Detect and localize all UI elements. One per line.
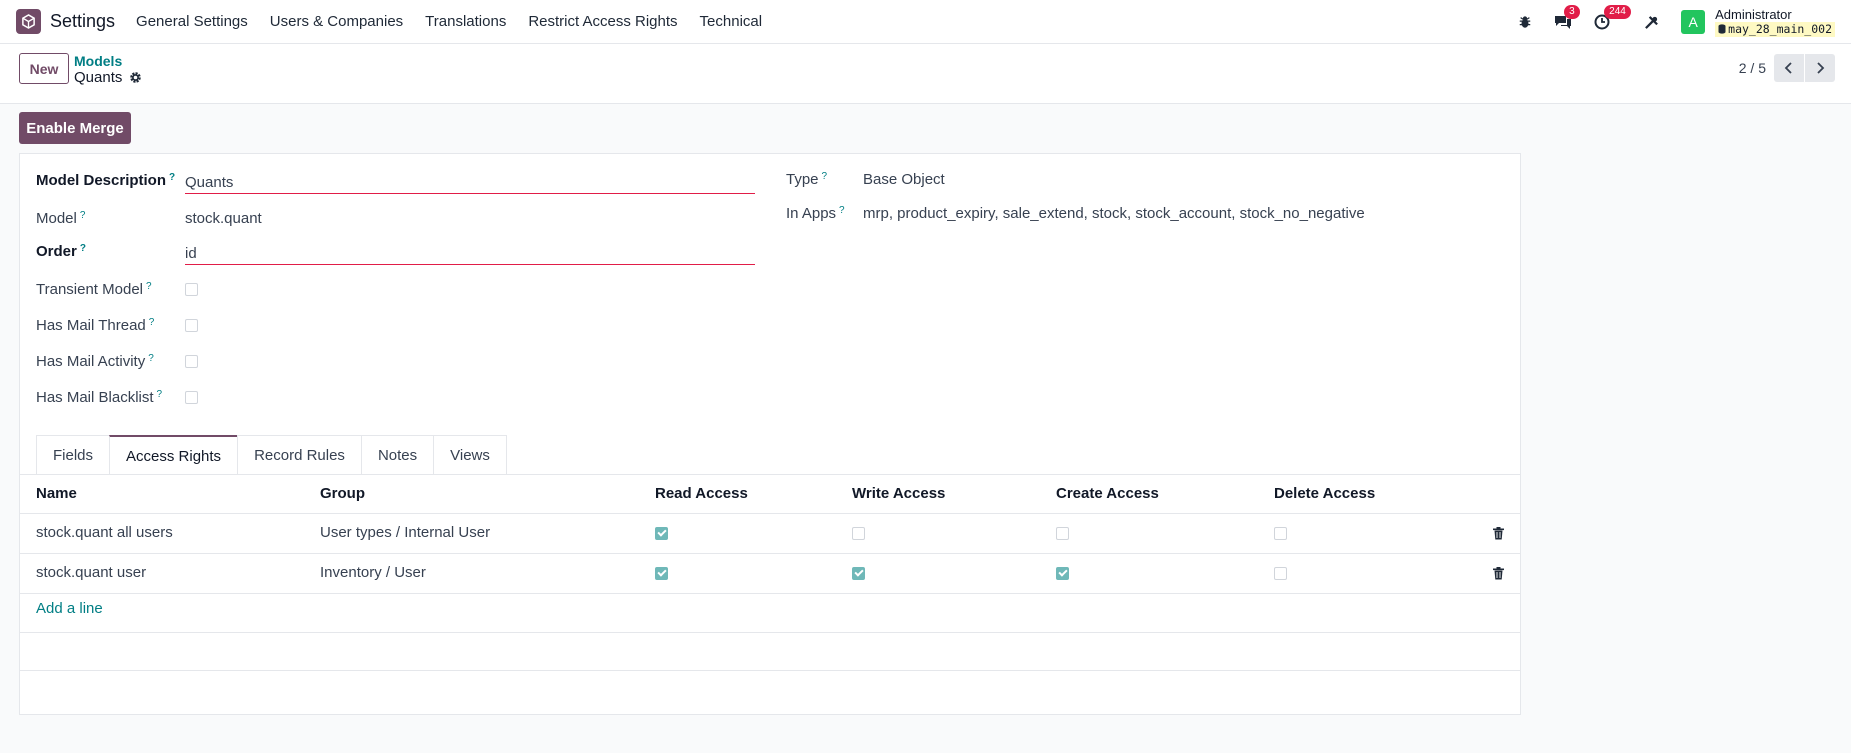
table-row[interactable]: stock.quant user Inventory / User (20, 554, 1520, 594)
transient-model-label: Transient Model? (36, 281, 152, 298)
database-name-text: may_28_main_002 (1728, 21, 1832, 36)
menu-restrict-access-rights[interactable]: Restrict Access Rights (517, 13, 688, 30)
tab-access-rights[interactable]: Access Rights (109, 435, 239, 475)
bug-icon[interactable] (1518, 15, 1532, 29)
pager-value[interactable]: 2 / 5 (1739, 60, 1766, 76)
app-logo-icon[interactable] (16, 9, 41, 34)
transient-model-checkbox[interactable] (185, 283, 198, 296)
in-apps-label: In Apps? (786, 205, 845, 222)
tab-notes[interactable]: Notes (360, 435, 435, 475)
help-icon[interactable]: ? (839, 205, 845, 216)
trash-icon[interactable] (1493, 567, 1504, 584)
read-access-checkbox[interactable] (655, 567, 668, 580)
menu-users-companies[interactable]: Users & Companies (259, 13, 414, 30)
user-menu[interactable]: Administrator may_28_main_002 (1715, 7, 1835, 38)
has-mail-activity-label: Has Mail Activity? (36, 353, 154, 370)
chat-badge: 3 (1564, 5, 1580, 19)
order-label: Order? (36, 243, 86, 260)
has-mail-blacklist-checkbox[interactable] (185, 391, 198, 404)
pager-previous-button[interactable] (1774, 54, 1804, 82)
menu-technical[interactable]: Technical (689, 13, 774, 30)
help-icon[interactable]: ? (822, 171, 828, 182)
table-row[interactable]: stock.quant all users User types / Inter… (20, 514, 1520, 554)
help-icon[interactable]: ? (157, 389, 163, 400)
column-create-access[interactable]: Create Access (1056, 485, 1159, 502)
write-access-checkbox[interactable] (852, 567, 865, 580)
has-mail-activity-checkbox[interactable] (185, 355, 198, 368)
app-name[interactable]: Settings (50, 11, 115, 32)
row-name[interactable]: stock.quant user (36, 564, 146, 581)
row-group[interactable]: User types / Internal User (320, 524, 490, 541)
delete-access-checkbox[interactable] (1274, 567, 1287, 580)
help-icon[interactable]: ? (80, 210, 86, 221)
delete-access-checkbox[interactable] (1274, 527, 1287, 540)
write-access-checkbox[interactable] (852, 527, 865, 540)
control-panel: New Models Quants 2 / 5 (0, 44, 1851, 104)
tab-record-rules[interactable]: Record Rules (237, 435, 362, 475)
chevron-right-icon (1817, 62, 1825, 74)
tab-views[interactable]: Views (433, 435, 507, 475)
column-read-access[interactable]: Read Access (655, 485, 748, 502)
help-icon[interactable]: ? (149, 317, 155, 328)
new-button[interactable]: New (19, 53, 69, 84)
chevron-left-icon (1784, 62, 1792, 74)
create-access-checkbox[interactable] (1056, 527, 1069, 540)
navbar-systray: 3 244 A Administrator may_28_main_002 (1496, 0, 1835, 44)
breadcrumb-current: Quants (74, 69, 142, 86)
has-mail-thread-label: Has Mail Thread? (36, 317, 155, 334)
top-navbar: Settings General Settings Users & Compan… (0, 0, 1851, 44)
help-icon[interactable]: ? (148, 353, 154, 364)
user-name: Administrator (1715, 6, 1792, 22)
column-write-access[interactable]: Write Access (852, 485, 945, 502)
breadcrumb-current-label: Quants (74, 69, 123, 86)
row-group[interactable]: Inventory / User (320, 564, 426, 581)
activity-clock-icon[interactable]: 244 (1594, 5, 1631, 30)
type-label: Type? (786, 171, 828, 188)
row-name[interactable]: stock.quant all users (36, 524, 173, 541)
table-row-empty (20, 633, 1520, 671)
activity-badge: 244 (1604, 5, 1631, 19)
menu-translations[interactable]: Translations (414, 13, 517, 30)
menu-general-settings[interactable]: General Settings (125, 13, 259, 30)
gear-icon[interactable] (129, 71, 142, 84)
create-access-checkbox[interactable] (1056, 567, 1069, 580)
form-sheet: Model Description? Quants Model? stock.q… (19, 153, 1521, 715)
table-header: Name Group Read Access Write Access Crea… (20, 475, 1520, 514)
chat-icon[interactable]: 3 (1554, 5, 1580, 30)
model-description-label: Model Description? (36, 172, 176, 189)
trash-icon[interactable] (1493, 527, 1504, 544)
column-group[interactable]: Group (320, 485, 365, 502)
help-icon[interactable]: ? (80, 243, 86, 254)
has-mail-thread-checkbox[interactable] (185, 319, 198, 332)
user-avatar[interactable]: A (1681, 10, 1706, 34)
help-icon[interactable]: ? (146, 281, 152, 292)
notebook-tabs: Fields Access Rights Record Rules Notes … (36, 435, 507, 475)
pager-next-button[interactable] (1805, 54, 1835, 82)
model-value: stock.quant (185, 210, 262, 227)
model-description-input[interactable]: Quants (185, 170, 755, 194)
enable-merge-button[interactable]: Enable Merge (19, 112, 131, 144)
breadcrumb-parent-models[interactable]: Models (74, 53, 122, 69)
order-input[interactable]: id (185, 241, 755, 265)
column-delete-access[interactable]: Delete Access (1274, 485, 1375, 502)
read-access-checkbox[interactable] (655, 527, 668, 540)
model-label: Model? (36, 210, 86, 227)
column-name[interactable]: Name (36, 485, 77, 502)
help-icon[interactable]: ? (169, 172, 175, 183)
main-menu: General Settings Users & Companies Trans… (125, 13, 773, 30)
record-pager: 2 / 5 (1739, 54, 1835, 82)
table-row-add (20, 594, 1520, 633)
type-value: Base Object (863, 171, 945, 188)
database-name: may_28_main_002 (1715, 21, 1835, 37)
database-icon (1718, 24, 1726, 34)
tab-fields[interactable]: Fields (36, 435, 111, 475)
in-apps-value: mrp, product_expiry, sale_extend, stock,… (863, 205, 1365, 222)
has-mail-blacklist-label: Has Mail Blacklist? (36, 389, 163, 406)
debug-tools-icon[interactable] (1644, 15, 1659, 30)
